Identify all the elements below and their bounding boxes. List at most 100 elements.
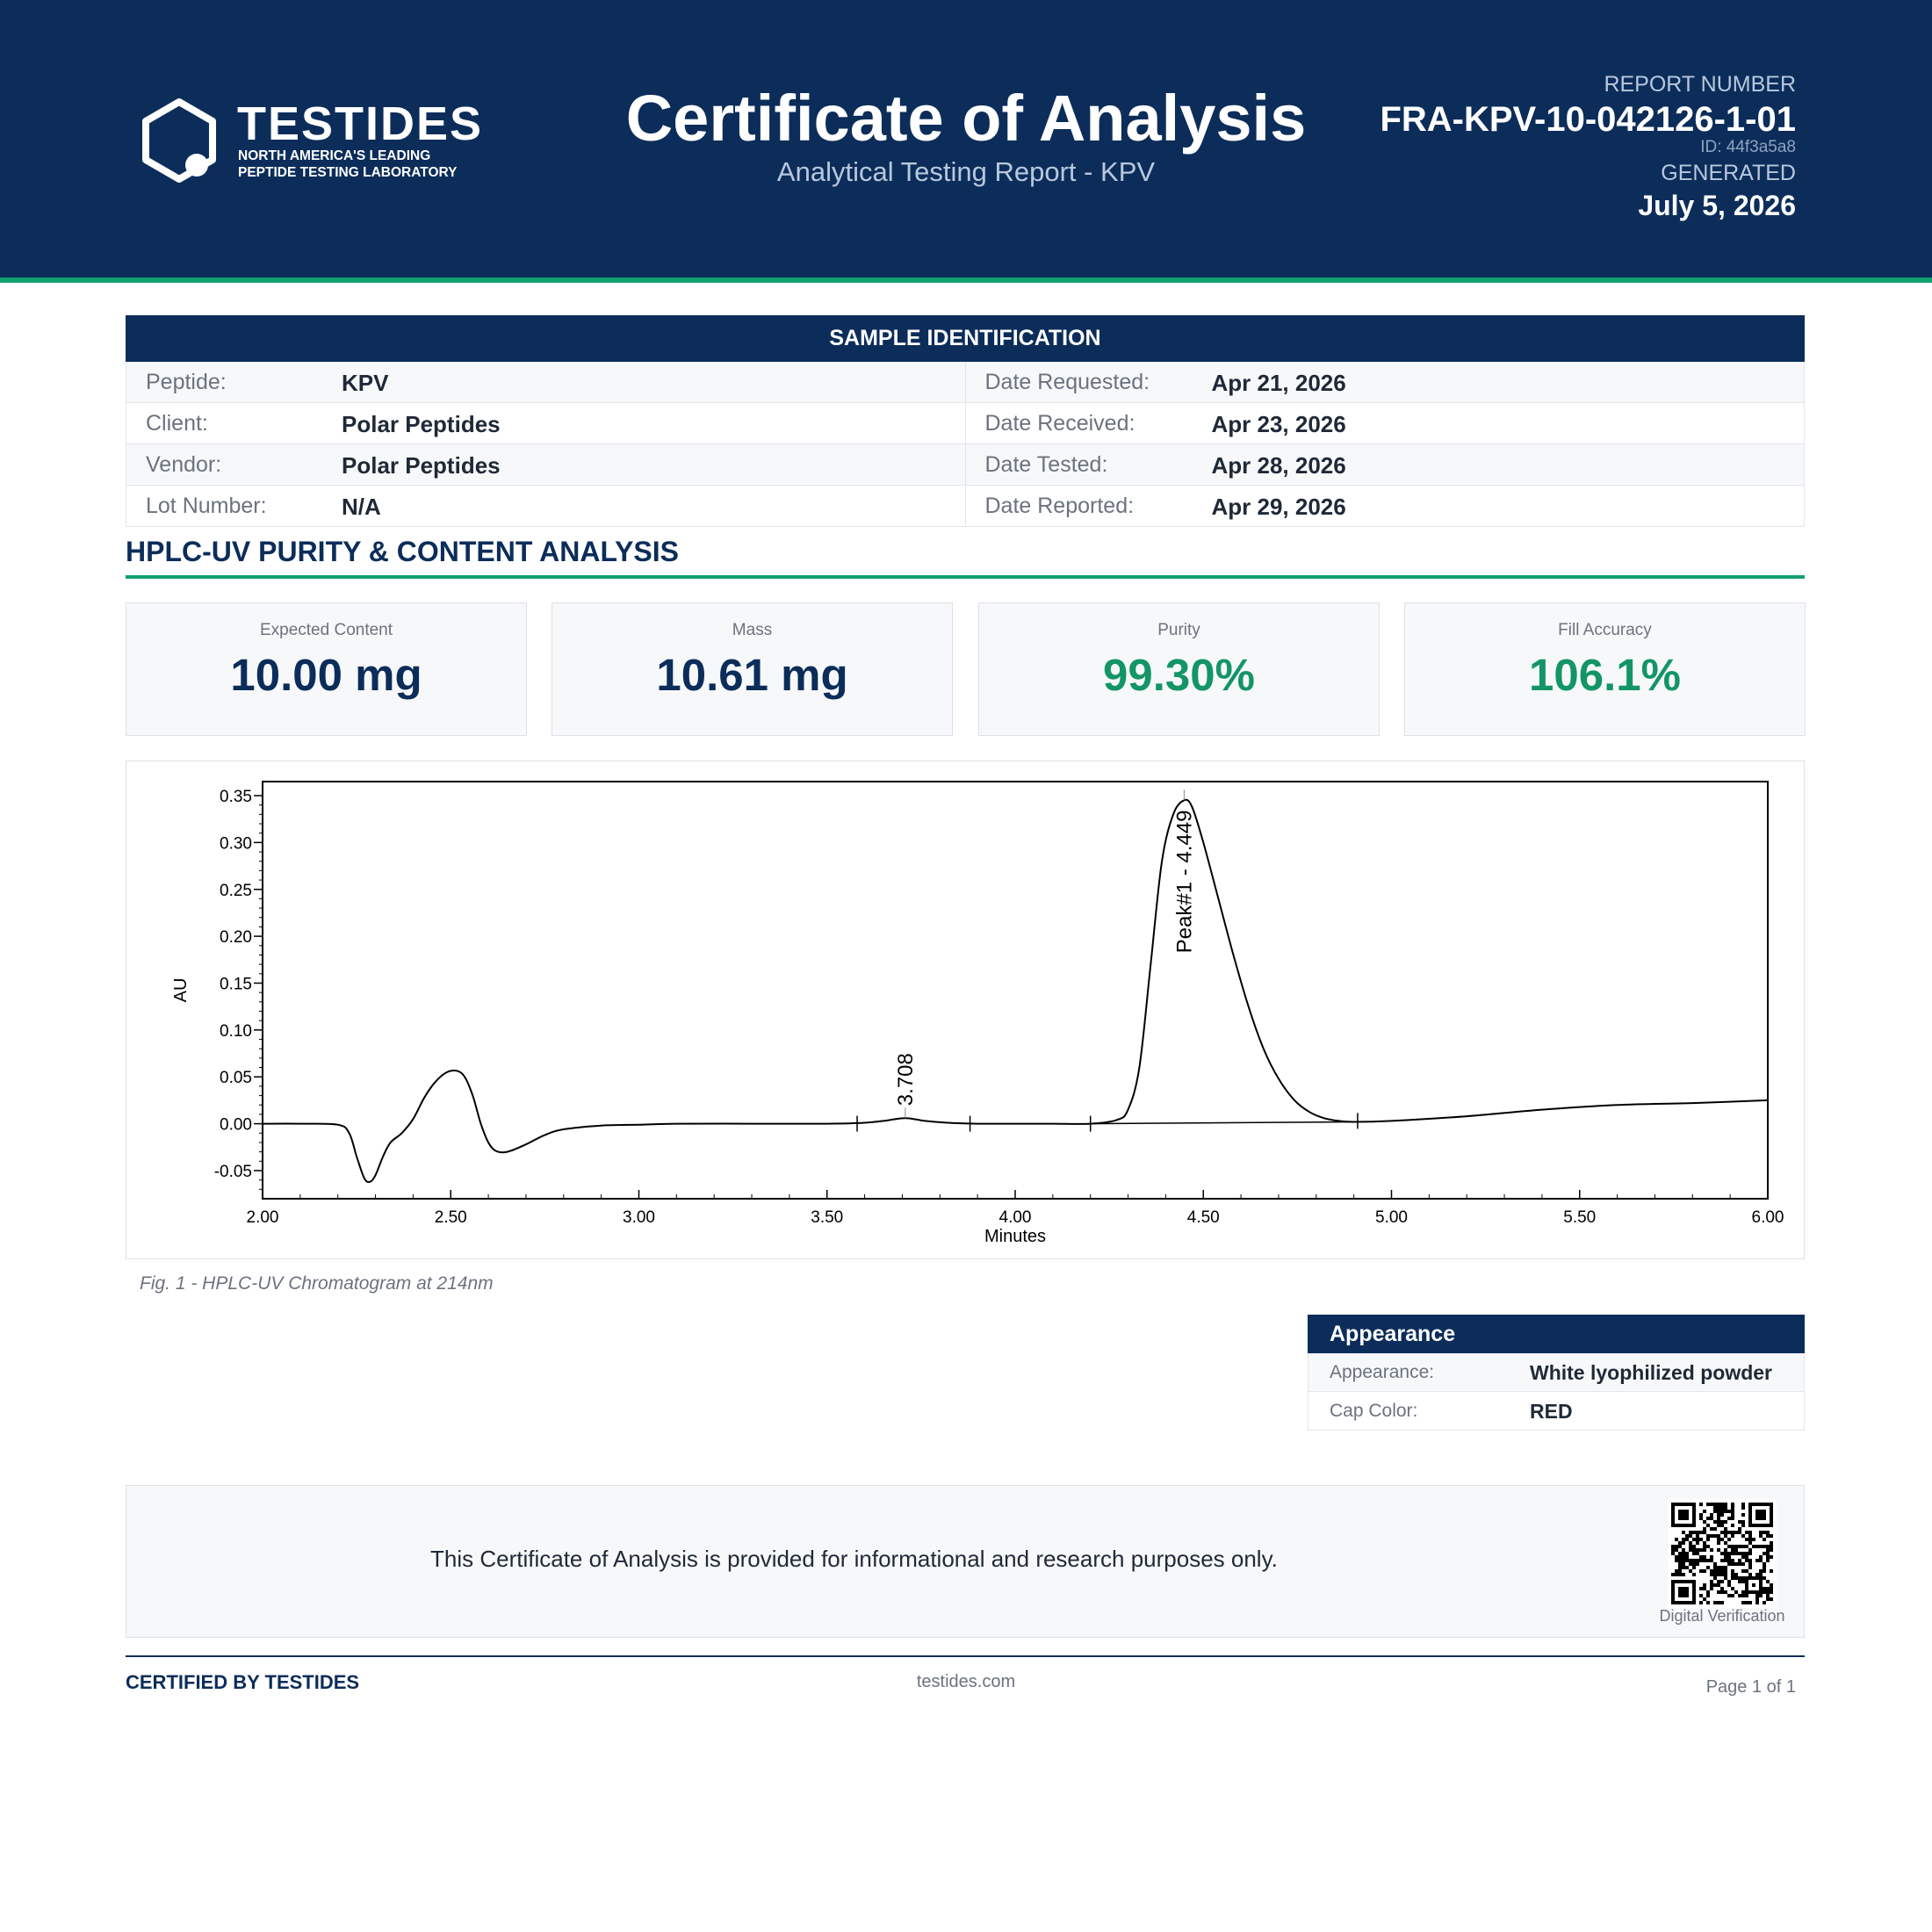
- qr-code-icon[interactable]: [1668, 1499, 1777, 1608]
- qr-module: [1720, 1580, 1724, 1583]
- qr-module: [1713, 1503, 1717, 1506]
- qr-module: [1738, 1559, 1741, 1562]
- qr-module: [1689, 1545, 1692, 1548]
- sample-identification-heading: SAMPLE IDENTIFICATION: [126, 315, 1805, 362]
- certified-by: CERTIFIED BY TESTIDES: [126, 1671, 360, 1693]
- qr-module: [1706, 1534, 1710, 1538]
- qr-module: [1703, 1559, 1706, 1562]
- qr-module: [1675, 1569, 1678, 1573]
- qr-module: [1710, 1527, 1713, 1531]
- qr-module: [1720, 1559, 1724, 1562]
- qr-module: [1710, 1573, 1713, 1576]
- qr-module: [1741, 1503, 1745, 1506]
- qr-module: [1682, 1562, 1685, 1566]
- table-cell: Date Received: Apr 23, 2026: [966, 403, 1805, 443]
- qr-module: [1720, 1503, 1724, 1506]
- qr-module: [1734, 1545, 1738, 1548]
- qr-module: [1741, 1594, 1745, 1597]
- qr-module: [1724, 1576, 1727, 1580]
- qr-module: [1727, 1580, 1731, 1583]
- y-tick-label: -0.05: [214, 1163, 252, 1181]
- qr-module: [1720, 1524, 1724, 1527]
- qr-module: [1759, 1594, 1763, 1597]
- y-axis-label: AU: [171, 978, 191, 1003]
- qr-module: [1724, 1503, 1727, 1506]
- qr-module: [1699, 1555, 1703, 1559]
- table-cell: Vendor: Polar Peptides: [126, 444, 966, 485]
- qr-module: [1766, 1594, 1770, 1597]
- qr-module: [1717, 1524, 1720, 1527]
- qr-module: [1763, 1587, 1766, 1590]
- qr-module: [1759, 1569, 1763, 1573]
- qr-module: [1727, 1559, 1731, 1562]
- qr-module: [1763, 1569, 1766, 1573]
- x-tick-label: 6.00: [1752, 1208, 1784, 1227]
- qr-module: [1699, 1503, 1703, 1506]
- qr-module: [1748, 1566, 1752, 1569]
- qr-module: [1675, 1559, 1678, 1562]
- appearance-label: Appearance:: [1330, 1362, 1435, 1382]
- x-axis-label: Minutes: [984, 1227, 1046, 1246]
- qr-module: [1699, 1559, 1703, 1562]
- qr-module: [1696, 1559, 1699, 1562]
- metric-label: Fill Accuracy: [1558, 621, 1652, 639]
- qr-module: [1755, 1597, 1759, 1601]
- qr-module: [1731, 1548, 1734, 1552]
- qr-module: [1689, 1541, 1692, 1545]
- x-tick-label: 5.00: [1375, 1208, 1408, 1227]
- qr-module: [1699, 1538, 1703, 1541]
- chromatogram-svg: 2.00 2.50 3.00 3.50 4.00 4.50 5.00 5.50 6.00 -0.0…: [171, 781, 1784, 1246]
- qr-module: [1713, 1520, 1717, 1524]
- qr-module: [1759, 1545, 1763, 1548]
- qr-module: [1724, 1520, 1727, 1524]
- qr-module: [1710, 1503, 1713, 1506]
- report-number-label: REPORT NUMBER: [1604, 72, 1796, 97]
- client-label: Client:: [146, 411, 208, 436]
- cap-color-value: RED: [1530, 1400, 1573, 1423]
- qr-module: [1703, 1510, 1706, 1513]
- brand-tagline: NORTH AMERICA'S LEADING PEPTIDE TESTING …: [238, 148, 457, 181]
- qr-module: [1731, 1531, 1734, 1534]
- qr-module: [1699, 1594, 1703, 1597]
- header-accent-line: [0, 278, 1932, 283]
- qr-module: [1685, 1552, 1689, 1555]
- website-link[interactable]: testides.com: [790, 1672, 1142, 1692]
- qr-module: [1706, 1559, 1710, 1562]
- qr-module: [1696, 1548, 1699, 1552]
- qr-module: [1738, 1531, 1741, 1534]
- generated-label: GENERATED: [1661, 161, 1796, 185]
- qr-module: [1675, 1548, 1678, 1552]
- qr-module: [1724, 1566, 1727, 1569]
- qr-module: [1738, 1594, 1741, 1597]
- qr-module: [1706, 1538, 1710, 1541]
- report-number: FRA-KPV-10-042126-1-01: [1380, 100, 1796, 139]
- table-cell: Date Reported: Apr 29, 2026: [966, 486, 1805, 526]
- qr-module: [1745, 1555, 1748, 1559]
- brand-tagline-line-2: PEPTIDE TESTING LABORATORY: [238, 165, 458, 180]
- qr-module: [1713, 1569, 1717, 1573]
- qr-module: [1713, 1573, 1717, 1576]
- qr-module: [1770, 1541, 1773, 1545]
- qr-module: [1745, 1601, 1748, 1604]
- qr-module: [1745, 1569, 1748, 1573]
- qr-module: [1699, 1517, 1703, 1520]
- y-tick-label: 0.15: [220, 975, 252, 993]
- qr-module: [1706, 1545, 1710, 1548]
- qr-module: [1770, 1597, 1773, 1601]
- qr-module: [1766, 1531, 1770, 1534]
- chromatogram-chart: 2.00 2.50 3.00 3.50 4.00 4.50 5.00 5.50 6.00 -0.0…: [126, 761, 1805, 1259]
- qr-module: [1766, 1545, 1770, 1548]
- integration-baseline: [1090, 1121, 1358, 1125]
- qr-module: [1692, 1552, 1696, 1555]
- qr-module: [1724, 1573, 1727, 1576]
- qr-module: [1731, 1524, 1734, 1527]
- qr-module: [1741, 1552, 1745, 1555]
- qr-module: [1741, 1562, 1745, 1566]
- qr-module: [1682, 1559, 1685, 1562]
- date-reported-value: Apr 29, 2026: [1211, 494, 1346, 520]
- qr-module: [1755, 1559, 1759, 1562]
- qr-module: [1738, 1527, 1741, 1531]
- qr-module: [1724, 1590, 1727, 1594]
- qr-module: [1755, 1594, 1759, 1597]
- qr-module: [1671, 1548, 1675, 1552]
